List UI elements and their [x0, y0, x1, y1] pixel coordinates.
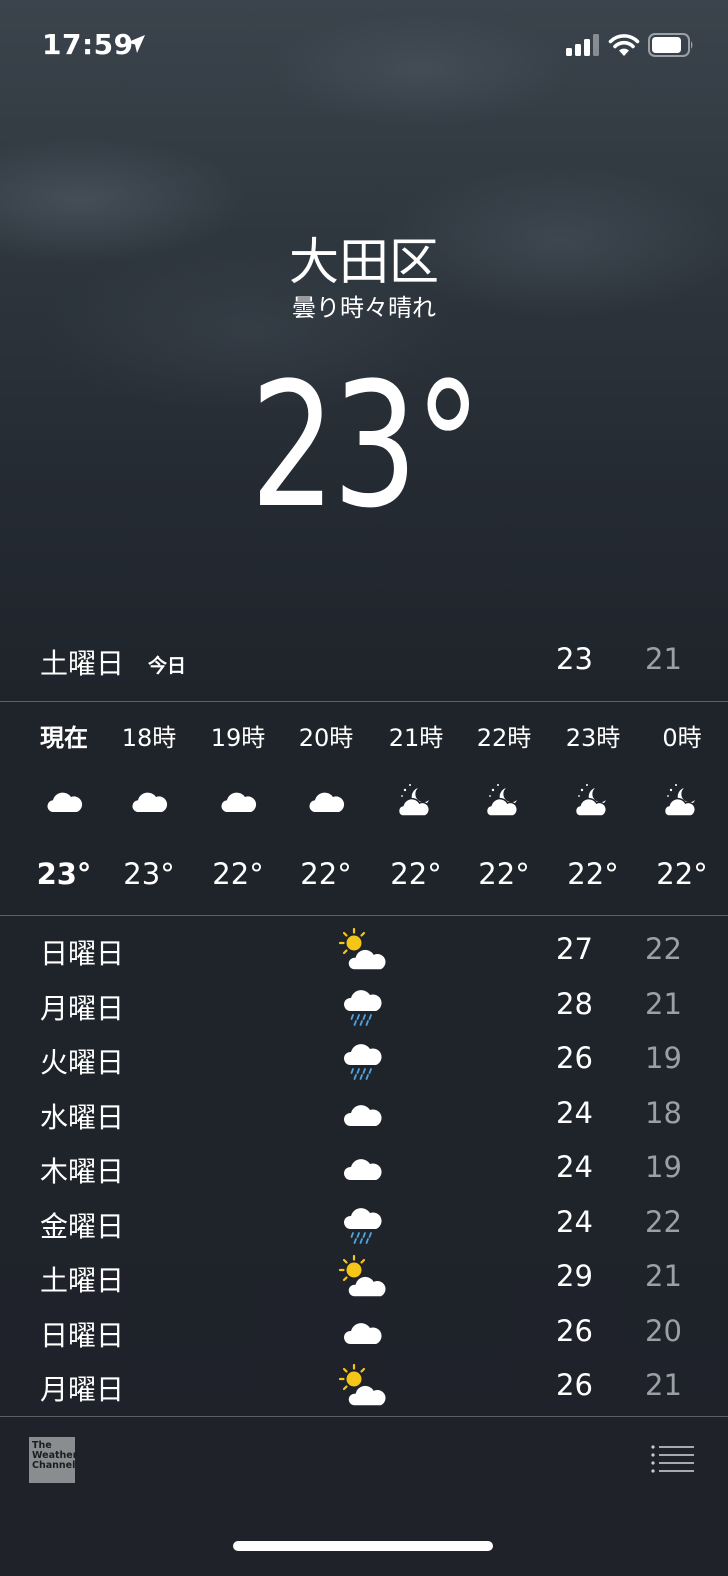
today-badge: 今日	[148, 655, 187, 677]
day-name: 日曜日	[40, 937, 125, 970]
day-high: 28	[556, 986, 593, 1021]
day-high: 26	[556, 1313, 593, 1348]
hour-label: 現在	[40, 724, 88, 752]
day-high: 27	[556, 932, 593, 966]
daily-row: 水曜日 24 18	[0, 1086, 728, 1141]
hour-label: 22時	[476, 724, 532, 752]
day-name: 木曜日	[40, 1155, 125, 1188]
day-name: 月曜日	[40, 991, 125, 1025]
rain-cloud-icon	[343, 1043, 383, 1080]
moon-cloud-icon	[485, 783, 519, 817]
hour-temp: 22°	[567, 857, 619, 891]
day-name: 火曜日	[40, 1046, 125, 1079]
hour-temp: 22°	[212, 857, 264, 891]
home-indicator[interactable]	[233, 1541, 493, 1551]
day-name: 月曜日	[40, 1373, 125, 1406]
day-high: 29	[556, 1259, 593, 1293]
day-low: 19	[645, 1150, 682, 1184]
hour-label: 23時	[565, 724, 621, 752]
daily-forecast-list[interactable]: 日曜日 27 22 月曜日 28 21 火曜日 26 19 水曜日 24 18 …	[0, 922, 728, 1413]
daily-row: 土曜日 29 21	[0, 1249, 728, 1304]
day-name: 金曜日	[40, 1209, 125, 1243]
day-high: 24	[556, 1095, 593, 1130]
day-name: 水曜日	[40, 1100, 125, 1134]
day-high: 26	[556, 1368, 593, 1402]
city-list-icon[interactable]	[650, 1444, 696, 1474]
wifi-icon	[608, 34, 640, 56]
moon-cloud-icon	[574, 783, 608, 817]
day-low: 20	[645, 1313, 682, 1348]
current-condition: 曇り時々晴れ	[292, 294, 436, 322]
day-low: 18	[645, 1095, 682, 1130]
status-time: 17:59	[42, 28, 134, 61]
daily-row: 日曜日 26 20	[0, 1304, 728, 1359]
cloud-icon	[343, 1322, 382, 1344]
hour-label: 21時	[388, 724, 444, 752]
day-low: 21	[645, 986, 682, 1021]
day-name: 土曜日	[40, 1264, 125, 1297]
day-low: 22	[645, 1204, 682, 1239]
divider-bottom	[0, 1416, 728, 1417]
cloud-icon	[343, 1104, 382, 1126]
daily-row: 金曜日 24 22	[0, 1195, 728, 1250]
cloud-icon	[343, 1159, 382, 1180]
logo-line: Channel	[32, 1460, 76, 1471]
status-bar: 17:59	[0, 0, 728, 90]
sun-cloud-icon	[338, 1254, 388, 1299]
daily-row: 木曜日 24 19	[0, 1140, 728, 1195]
cloud-icon	[221, 792, 257, 812]
day-low: 22	[645, 932, 682, 966]
hour-label: 0時	[662, 724, 702, 752]
cellular-signal-icon	[566, 34, 599, 56]
hour-label: 20時	[298, 724, 354, 752]
day-low: 21	[645, 1259, 682, 1293]
cloud-icon	[132, 792, 168, 812]
sun-cloud-icon	[338, 1363, 388, 1408]
daily-row: 月曜日 28 21	[0, 977, 728, 1032]
daily-row: 火曜日 26 19	[0, 1031, 728, 1086]
current-temperature: 23°	[249, 345, 482, 546]
today-high-temp: 23	[556, 642, 593, 676]
moon-cloud-icon	[663, 783, 697, 817]
cloud-icon	[309, 792, 345, 812]
day-high: 24	[556, 1150, 593, 1184]
moon-cloud-icon	[397, 783, 431, 817]
city-name: 大田区	[289, 233, 439, 291]
daily-row: 日曜日 27 22	[0, 922, 728, 977]
rain-cloud-icon	[343, 988, 383, 1026]
hour-temp: 23°	[36, 857, 92, 891]
today-low-temp: 21	[645, 642, 682, 676]
sun-cloud-icon	[338, 927, 388, 972]
divider-middle	[0, 915, 728, 916]
hour-label: 19時	[210, 724, 266, 752]
hour-temp: 22°	[390, 857, 442, 891]
daily-row: 月曜日 26 21	[0, 1358, 728, 1413]
location-arrow-icon	[127, 35, 145, 53]
today-day-name: 土曜日	[40, 647, 125, 680]
hour-temp: 22°	[478, 857, 530, 891]
cloud-icon	[47, 792, 83, 812]
hourly-forecast-strip[interactable]: 現在 23° 18時 23° 19時 22° 20時 22° 21時 22° 2…	[0, 702, 728, 914]
hour-temp: 22°	[656, 857, 708, 891]
day-name: 日曜日	[40, 1318, 125, 1352]
hour-label: 18時	[121, 724, 177, 752]
day-high: 24	[556, 1204, 593, 1239]
weather-channel-logo[interactable]: The Weather Channel	[29, 1437, 77, 1483]
hour-temp: 22°	[300, 857, 352, 891]
today-summary-row: 土曜日 今日 23 21	[0, 640, 728, 696]
rain-cloud-icon	[343, 1206, 383, 1244]
day-low: 19	[645, 1041, 682, 1075]
battery-icon	[648, 33, 693, 57]
day-high: 26	[556, 1041, 593, 1075]
hour-temp: 23°	[123, 857, 175, 891]
day-low: 21	[645, 1368, 682, 1402]
